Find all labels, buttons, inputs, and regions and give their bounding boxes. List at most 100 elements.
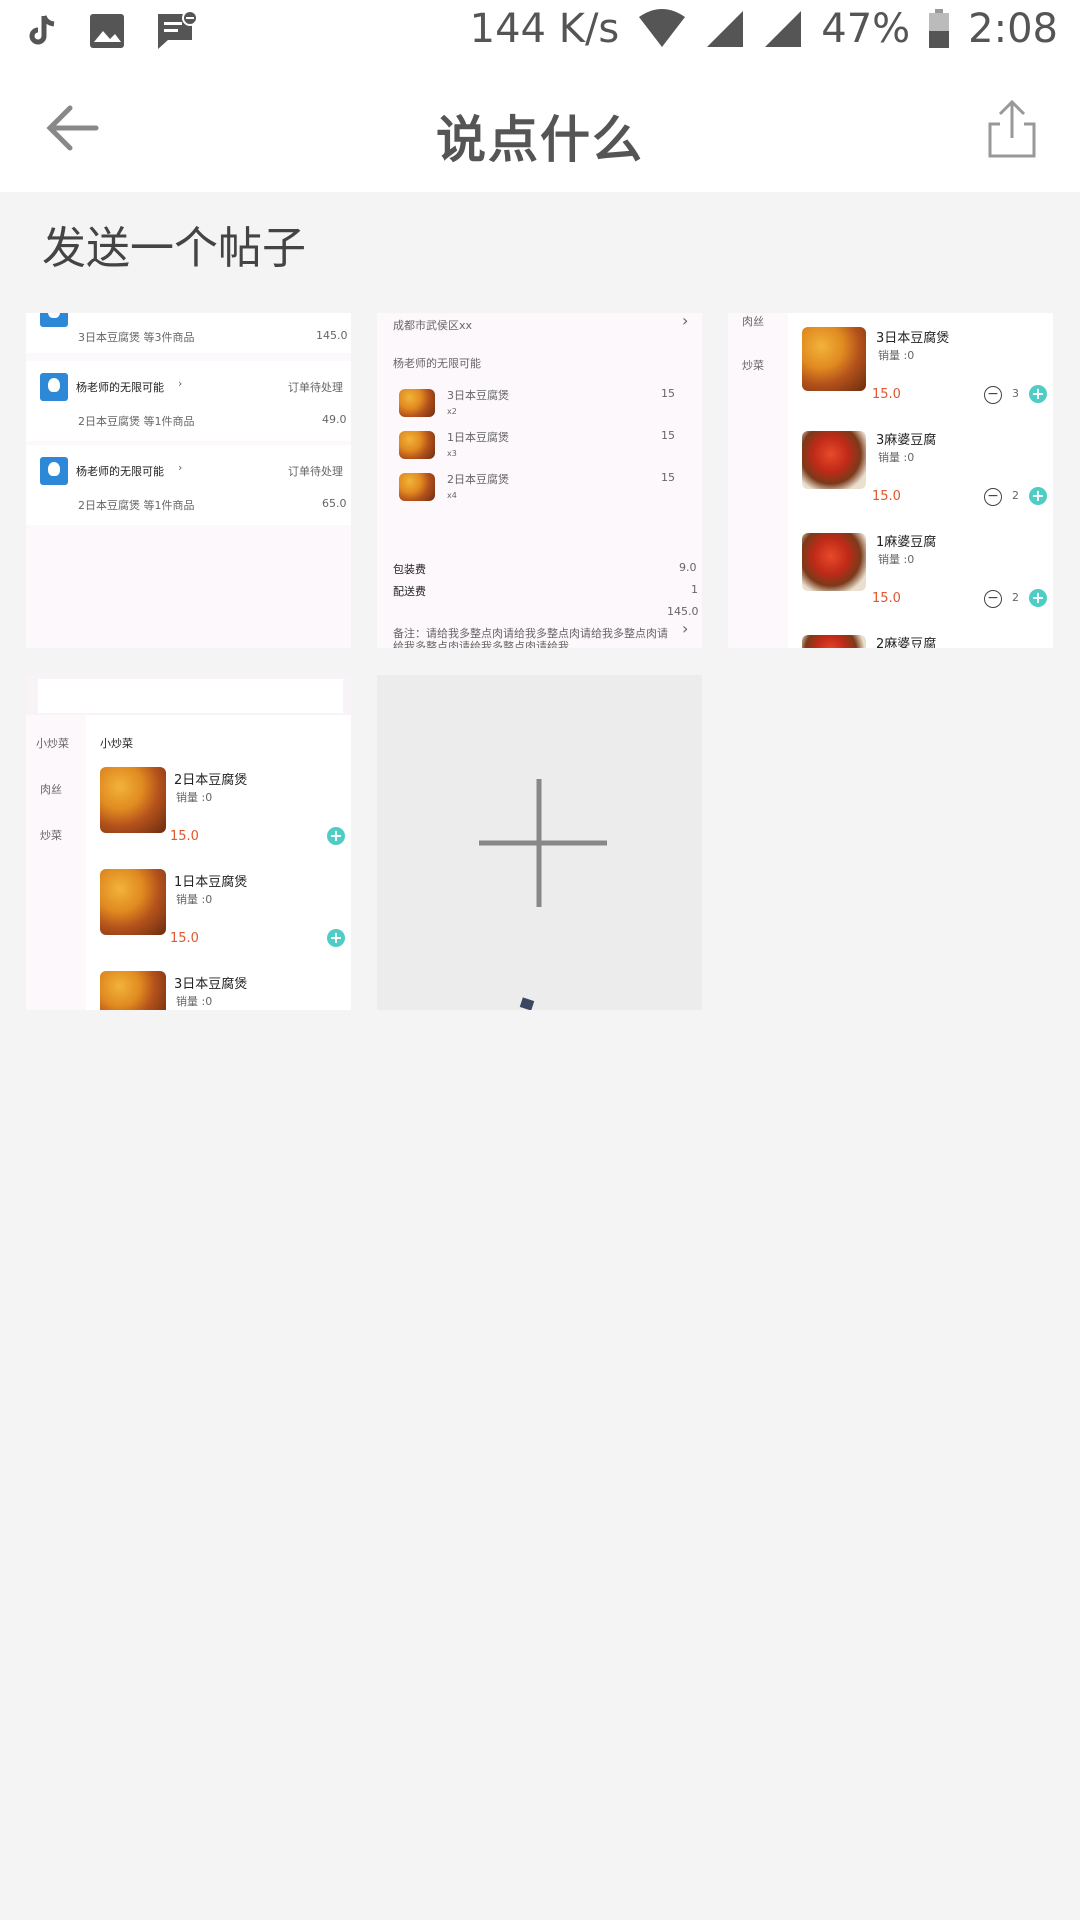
pack-fee-label: 包装费: [393, 563, 426, 576]
item-price: 15: [661, 387, 675, 400]
order-status: 订单待处理: [288, 465, 343, 478]
order-note: 备注：请给我多整点肉请给我多整点肉请给我多整点肉请给我多整点肉请给我多整点肉请给…: [393, 627, 668, 648]
item-count: 2: [1012, 489, 1019, 502]
item-name: 2日本豆腐煲: [174, 773, 248, 788]
item-sales: 销量 :0: [176, 893, 213, 906]
status-bar: 144 K/s 47% 2:08: [0, 0, 1080, 64]
message-icon: [158, 10, 198, 49]
food-image: [802, 327, 866, 391]
minus-button[interactable]: −: [984, 488, 1002, 506]
signal-icon: [707, 11, 744, 47]
clock: 2:08: [968, 6, 1058, 52]
battery-icon: [929, 9, 950, 48]
order-total: 145.0: [667, 605, 699, 618]
page-title: 说点什么: [436, 111, 644, 169]
note-box: 备注：请给我多整点肉请给我多整点肉请给我多整点肉请给我多整点肉请给我多整点肉请给…: [393, 627, 673, 648]
food-image: [802, 635, 866, 648]
share-icon[interactable]: [982, 98, 1042, 160]
chevron-right-icon: ›: [682, 313, 689, 330]
signal-icon-2: [765, 11, 802, 47]
image-thumbnail-order-list[interactable]: 3日本豆腐煲 等3件商品 145.0 杨老师的无限可能 › 订单待处理 2日本豆…: [26, 313, 351, 648]
tiktok-icon: [29, 15, 55, 45]
item-sales: 销量 :0: [176, 995, 213, 1008]
category-item: 炒菜: [40, 829, 62, 842]
item-price: 15.0: [872, 591, 901, 606]
item-name: 2麻婆豆腐: [876, 637, 937, 648]
address: 成都市武侯区xx: [393, 319, 473, 332]
order-row: 杨老师的无限可能 › 订单待处理 2日本豆腐煲 等1件商品 49.0: [26, 361, 351, 441]
item-name: 1麻婆豆腐: [876, 535, 937, 550]
item-name: 2日本豆腐煲: [447, 473, 509, 486]
minus-button[interactable]: −: [984, 590, 1002, 608]
item-price: 15.0: [872, 387, 901, 402]
category-item: 肉丝: [40, 783, 62, 796]
order-status: 订单待处理: [288, 381, 343, 394]
item-name: 1日本豆腐煲: [174, 875, 248, 890]
shop-name: 杨老师的无限可能: [393, 357, 481, 370]
item-sales: 销量 :0: [878, 451, 915, 464]
plus-button[interactable]: +: [1029, 589, 1047, 607]
item-price: 15.0: [170, 931, 199, 946]
item-name: 3日本豆腐煲: [447, 389, 509, 402]
chevron-right-icon: ›: [682, 619, 689, 638]
category-header: 小炒菜: [100, 737, 133, 750]
food-image: [399, 389, 435, 417]
item-price: 15.0: [872, 489, 901, 504]
food-image: [100, 767, 166, 833]
order-row: 3日本豆腐煲 等3件商品 145.0: [26, 313, 351, 353]
search-box: [38, 679, 343, 713]
food-image: [802, 431, 866, 489]
net-speed: 144 K/s: [469, 6, 620, 52]
delivery-fee-label: 配送费: [393, 585, 426, 598]
item-qty: x2: [447, 407, 457, 416]
chevron-right-icon: ›: [178, 377, 183, 390]
battery-percent: 47%: [821, 6, 911, 52]
order-desc: 2日本豆腐煲 等1件商品: [78, 499, 195, 512]
order-amount: 65.0: [322, 497, 347, 510]
item-count: 2: [1012, 591, 1019, 604]
food-image: [802, 533, 866, 591]
item-qty: x3: [447, 449, 457, 458]
item-qty: x4: [447, 491, 457, 500]
item-sales: 销量 :0: [878, 553, 915, 566]
item-name: 3日本豆腐煲: [174, 977, 248, 992]
order-amount: 145.0: [316, 329, 348, 342]
add-image-button[interactable]: [377, 675, 702, 1011]
plus-button[interactable]: +: [327, 827, 345, 845]
shop-name: 杨老师的无限可能: [76, 381, 164, 394]
image-thumbnail-menu-cart[interactable]: 肉丝 炒菜 3日本豆腐煲 销量 :0 15.0 − 3 + 3麻婆豆腐 销量 :…: [728, 313, 1053, 648]
image-thumbnail-menu[interactable]: 小炒菜 肉丝 炒菜 小炒菜 2日本豆腐煲 销量 :0 15.0 + 1日本豆腐煲…: [26, 675, 351, 1010]
order-desc: 2日本豆腐煲 等1件商品: [78, 415, 195, 428]
item-name: 3日本豆腐煲: [876, 331, 950, 346]
food-image: [100, 869, 166, 935]
food-image: [399, 473, 435, 501]
item-name: 1日本豆腐煲: [447, 431, 509, 444]
order-desc: 3日本豆腐煲 等3件商品: [78, 331, 195, 344]
plus-button[interactable]: +: [327, 929, 345, 947]
item-sales: 销量 :0: [176, 791, 213, 804]
delivery-fee-value: 1: [691, 583, 698, 596]
item-count: 3: [1012, 387, 1019, 400]
avatar: [40, 313, 68, 327]
order-row: 杨老师的无限可能 › 订单待处理 2日本豆腐煲 等1件商品 65.0: [26, 445, 351, 525]
item-name: 3麻婆豆腐: [876, 433, 937, 448]
item-price: 15: [661, 471, 675, 484]
category-item: 小炒菜: [36, 737, 69, 750]
item-sales: 销量 :0: [878, 349, 915, 362]
plus-button[interactable]: +: [1029, 487, 1047, 505]
category-sidebar: [26, 715, 86, 1010]
item-price: 15.0: [170, 829, 199, 844]
image-thumbnail-order-detail[interactable]: 成都市武侯区xx › 杨老师的无限可能 3日本豆腐煲 x2 15 1日本豆腐煲 …: [377, 313, 702, 648]
order-amount: 49.0: [322, 413, 347, 426]
food-image: [399, 431, 435, 459]
image-icon: [90, 14, 124, 48]
plus-button[interactable]: +: [1029, 385, 1047, 403]
wifi-icon: [639, 9, 686, 47]
avatar: [40, 457, 68, 485]
status-left: [28, 10, 198, 52]
avatar: [40, 373, 68, 401]
minus-button[interactable]: −: [984, 386, 1002, 404]
app-bar: 说点什么: [0, 64, 1080, 192]
plus-icon: [479, 779, 607, 1011]
status-right: 144 K/s 47% 2:08: [470, 6, 1058, 52]
